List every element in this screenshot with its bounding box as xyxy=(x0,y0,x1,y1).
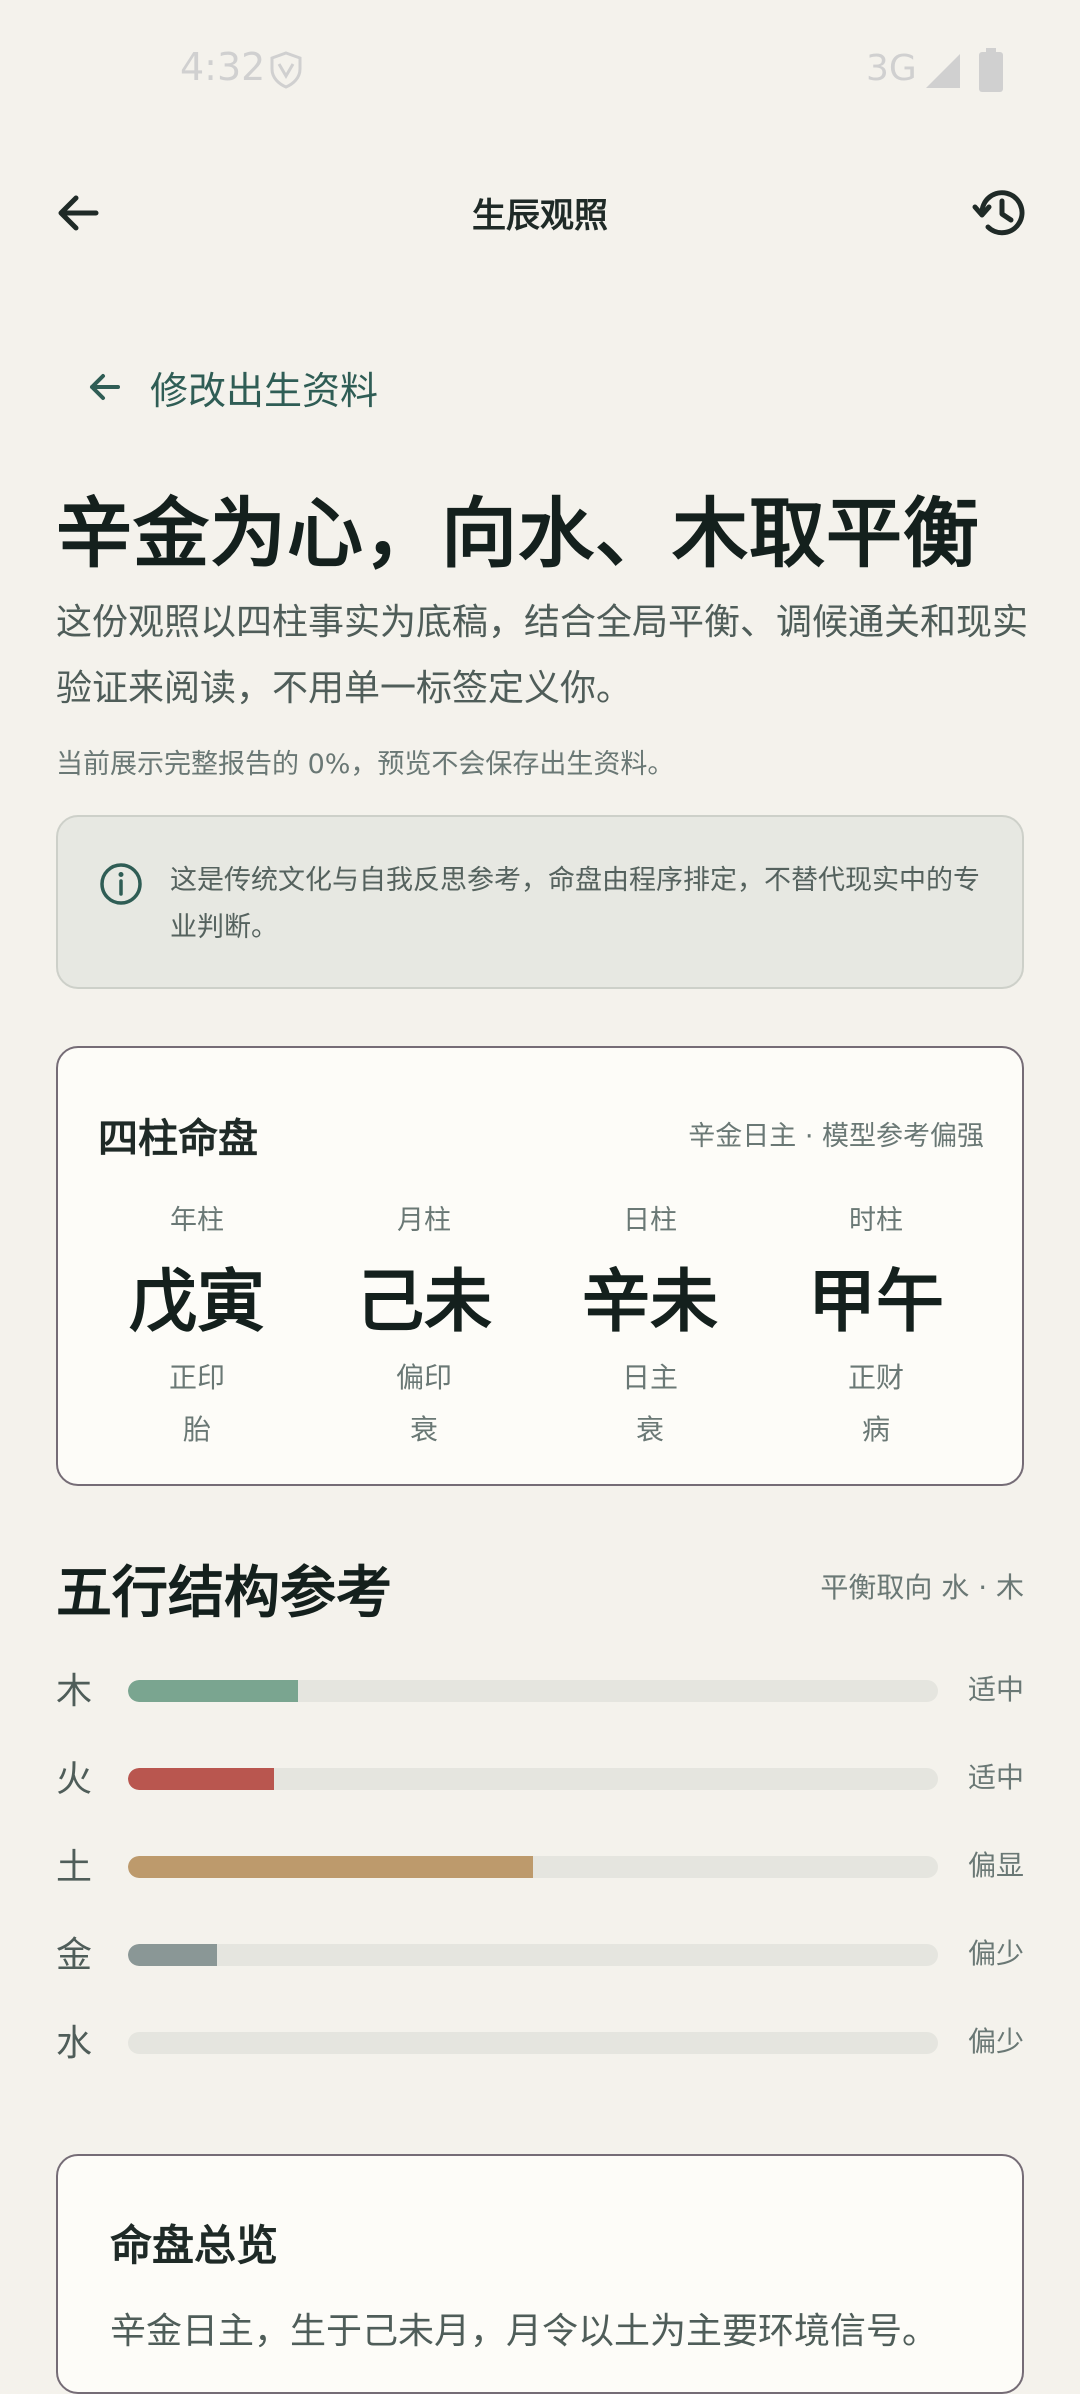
element-bar-track xyxy=(128,2032,938,2054)
report-headline: 辛金为心，向水、木取平衡 xyxy=(56,489,980,578)
element-name: 木 xyxy=(56,1671,93,1712)
element-bar-fill xyxy=(128,1768,274,1790)
pillar-stem-branch: 己未 xyxy=(355,1263,492,1342)
pillar-label: 日柱 xyxy=(623,1205,677,1236)
info-icon xyxy=(100,863,142,905)
four-pillars-card: 四柱命盘 辛金日主 · 模型参考偏强 年柱 戊寅 正印 胎 月柱 己未 偏印 衰… xyxy=(56,1046,1024,1486)
overview-text: 辛金日主，生于己未月，月令以土为主要环境信号。 xyxy=(110,2311,939,2352)
pillar-month: 月柱 己未 偏印 衰 xyxy=(324,1198,524,1448)
pillar-hour: 时柱 甲午 正财 病 xyxy=(776,1198,976,1448)
report-subtitle: 这份观照以四柱事实为底稿，结合全局平衡、调候通关和现实验证来阅读，不用单一标签定… xyxy=(56,602,1029,709)
history-icon xyxy=(972,190,1025,236)
element-status: 偏少 xyxy=(967,1937,1024,1970)
element-row-wood: 木 适中 xyxy=(56,1662,1024,1712)
pillar-ten-god: 偏印 xyxy=(395,1361,452,1394)
elements-section-title: 五行结构参考 xyxy=(56,1561,392,1626)
edit-birth-data-link[interactable]: 修改出生资料 xyxy=(84,352,378,422)
pillar-ten-god: 日主 xyxy=(621,1361,678,1394)
element-bar-fill xyxy=(128,1856,533,1878)
preview-note: 当前展示完整报告的 0%，预览不会保存出生资料。 xyxy=(56,749,675,780)
overview-title: 命盘总览 xyxy=(110,2221,279,2270)
page-title: 生辰观照 xyxy=(472,196,608,236)
arrow-left-icon xyxy=(90,374,120,400)
vpn-shield-icon xyxy=(270,51,302,89)
network-type: 3G xyxy=(866,48,917,89)
disclaimer-text: 这是传统文化与自我反思参考，命盘由程序排定，不替代现实中的专业判断。 xyxy=(170,865,980,943)
element-bar-fill xyxy=(128,1944,218,1966)
element-bar-fill xyxy=(128,1680,299,1702)
pillar-life-stage: 衰 xyxy=(635,1413,664,1446)
status-bar: 4:32 3G xyxy=(0,0,1080,140)
elements-balance-meta: 平衡取向 水 · 木 xyxy=(820,1571,1024,1604)
element-status: 偏显 xyxy=(967,1849,1024,1882)
edit-link-label: 修改出生资料 xyxy=(150,368,379,413)
element-status: 偏少 xyxy=(967,2025,1024,2058)
pillar-life-stage: 病 xyxy=(861,1413,890,1446)
status-time: 4:32 xyxy=(180,45,266,89)
element-bar-track xyxy=(128,1680,938,1702)
element-row-water: 水 偏少 xyxy=(56,2014,1024,2064)
element-bar-track xyxy=(128,1768,938,1790)
element-row-earth: 土 偏显 xyxy=(56,1838,1024,1888)
pillar-year: 年柱 戊寅 正印 胎 xyxy=(97,1198,297,1448)
element-bar-track xyxy=(128,1856,938,1878)
element-bar-track xyxy=(128,1944,938,1966)
pillar-day: 日柱 辛未 日主 衰 xyxy=(550,1198,750,1448)
element-name: 水 xyxy=(56,2023,93,2064)
pillar-stem-branch: 甲午 xyxy=(807,1263,944,1342)
disclaimer-banner: 这是传统文化与自我反思参考，命盘由程序排定，不替代现实中的专业判断。 xyxy=(56,815,1024,989)
pillar-life-stage: 胎 xyxy=(182,1413,211,1446)
pillars-meta: 辛金日主 · 模型参考偏强 xyxy=(688,1121,984,1152)
chart-overview-card: 命盘总览 辛金日主，生于己未月，月令以土为主要环境信号。 xyxy=(56,2154,1024,2394)
element-row-fire: 火 适中 xyxy=(56,1750,1024,1800)
pillars-title: 四柱命盘 xyxy=(98,1116,258,1162)
battery-icon xyxy=(979,48,1003,92)
element-row-metal: 金 偏少 xyxy=(56,1926,1024,1976)
pillar-ten-god: 正财 xyxy=(847,1361,904,1394)
pillar-stem-branch: 戊寅 xyxy=(128,1263,265,1342)
element-status: 适中 xyxy=(967,1761,1024,1794)
element-status: 适中 xyxy=(967,1673,1024,1706)
pillar-stem-branch: 辛未 xyxy=(581,1263,718,1342)
element-name: 火 xyxy=(56,1759,93,1800)
element-name: 金 xyxy=(56,1935,93,1976)
element-name: 土 xyxy=(56,1847,93,1888)
pillar-label: 年柱 xyxy=(170,1205,224,1236)
pillar-life-stage: 衰 xyxy=(409,1413,438,1446)
signal-icon xyxy=(926,54,960,88)
history-button[interactable] xyxy=(952,163,1052,263)
pillar-label: 月柱 xyxy=(397,1205,451,1236)
pillar-label: 时柱 xyxy=(849,1205,903,1236)
pillar-ten-god: 正印 xyxy=(168,1361,225,1394)
